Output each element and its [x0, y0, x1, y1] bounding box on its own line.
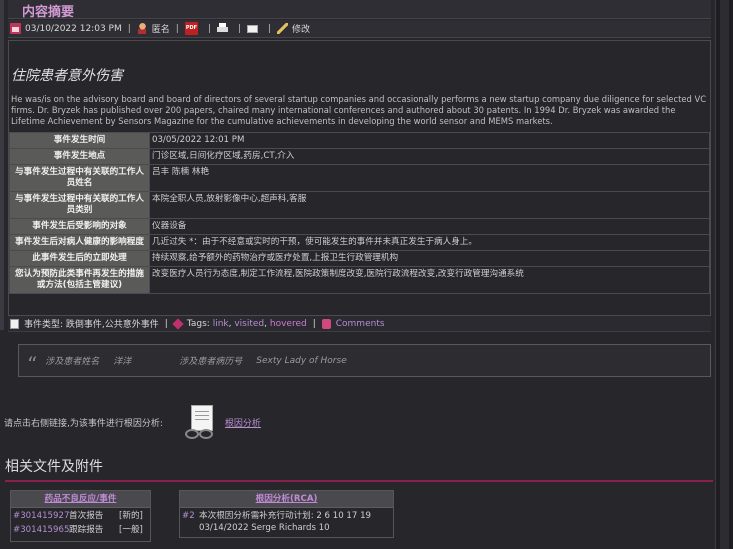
tag-link[interactable]: link [213, 319, 229, 329]
separator: | [207, 23, 211, 34]
report-description: He was/is on the advisory board and boar… [11, 94, 707, 126]
patient-record-label: 涉及患者病历号 [179, 357, 243, 367]
patient-name-label: 涉及患者姓名 [45, 357, 100, 367]
adr-panel: 药品不良反应/事件 #301415927 首次报告 [新的] #30141596… [10, 490, 151, 542]
event-type-label: 事件类型: [24, 320, 64, 330]
document-icon [10, 318, 19, 329]
patient-info-quote: “ 涉及患者姓名 洋洋 涉及患者病历号 Sexty Lady of Horse [18, 344, 711, 377]
edit-icon[interactable] [276, 23, 288, 34]
patient-record-value: Sexty Lady of Horse [256, 355, 347, 366]
report-detail-table: 事件发生时间 03/05/2022 12:01 PM 事件发生地点 门诊区域,日… [9, 132, 710, 294]
rca-item-id[interactable]: #2 [182, 510, 199, 522]
adr-panel-title[interactable]: 药品不良反应/事件 [11, 491, 150, 508]
table-row: 事件发生后受影响的对象 仪器设备 [9, 218, 710, 235]
user-icon [136, 23, 148, 34]
comment-icon [321, 318, 331, 329]
scrollbar[interactable] [715, 0, 733, 549]
page-title: 内容摘要 [22, 5, 75, 20]
patient-name-value: 洋洋 [113, 357, 132, 367]
tag-hovered[interactable]: hovered [270, 319, 307, 329]
rca-prompt-text: 请点击右侧链接,为该事件进行根因分析: [4, 419, 163, 429]
rca-panel-title[interactable]: 根因分析(RCA) [180, 491, 393, 508]
report-title: 住院患者意外伤害 [11, 68, 123, 84]
field-value: 门诊区域,日间化疗区域,药房,CT,介入 [149, 148, 710, 165]
field-value: 改变医疗人员行为态度,制定工作流程,医院政策制度改变,医院行政流程改变,改变行政… [149, 266, 710, 294]
field-label: 您认为预防此类事件再发生的措施或方法(包括主管建议) [9, 266, 150, 294]
mail-icon[interactable] [246, 24, 258, 33]
rca-item-line1: 本次根因分析需补充行动计划: 2 6 10 17 19 [199, 511, 372, 521]
field-label: 与事件发生过程中有关联的工作人员类别 [9, 191, 150, 219]
field-label: 事件发生后对病人健康的影响程度 [9, 234, 150, 251]
field-label: 与事件发生过程中有关联的工作人员姓名 [9, 164, 150, 192]
print-icon[interactable] [216, 23, 228, 34]
table-row: 与事件发生过程中有关联的工作人员类别 本院全职人员,放射影像中心,超声科,客服 [9, 191, 710, 219]
table-row: 与事件发生过程中有关联的工作人员姓名 吕丰 陈楠 林艳 [9, 164, 710, 192]
table-row: 事件发生时间 03/05/2022 12:01 PM [9, 132, 710, 149]
adr-report-name: 跟踪报告 [69, 525, 104, 535]
field-label: 此事件发生后的立即处理 [9, 250, 150, 267]
anonymous-label: 匿名 [151, 25, 170, 35]
section-divider [5, 480, 713, 482]
tags-label: Tags: [186, 318, 210, 329]
separator: | [164, 318, 168, 329]
report-footer: 事件类型: 跌倒事件,公共意外事件 | Tags: link, visited,… [8, 316, 711, 332]
field-label: 事件发生地点 [9, 148, 150, 165]
separator: | [312, 318, 316, 329]
field-value: 持续观察,给予额外的药物治疗或医疗处置,上报卫生行政管理机构 [149, 250, 710, 267]
separator: | [127, 23, 131, 34]
rca-panel: 根因分析(RCA) #2 本次根因分析需补充行动计划: 2 6 10 17 19… [179, 490, 394, 538]
scrollbar-thumb[interactable] [720, 0, 729, 549]
calendar-icon [10, 23, 21, 34]
field-value: 吕丰 陈楠 林艳 [149, 164, 710, 192]
rca-prompt: 请点击右侧链接,为该事件进行根因分析: 根因分析 [4, 405, 261, 440]
separator: | [237, 23, 241, 34]
adr-report-status: [新的] [119, 511, 143, 521]
field-value: 03/05/2022 12:01 PM [149, 132, 710, 149]
report-datetime: 03/10/2022 12:03 PM [25, 23, 122, 34]
field-value: 仪器设备 [149, 218, 710, 235]
separator: | [175, 23, 179, 34]
separator: | [267, 23, 271, 34]
quote-icon: “ [27, 351, 38, 376]
rca-item-line2: 03/14/2022 Serge Richards 10 [199, 523, 330, 533]
field-value: 本院全职人员,放射影像中心,超声科,客服 [149, 191, 710, 219]
adr-report-id[interactable]: #301415927 [13, 510, 69, 522]
table-row: 此事件发生后的立即处理 持续观察,给予额外的药物治疗或医疗处置,上报卫生行政管理… [9, 250, 710, 267]
edit-link[interactable]: 修改 [292, 22, 310, 35]
list-item: #2 本次根因分析需补充行动计划: 2 6 10 17 19 [180, 508, 393, 522]
list-item: #301415927 首次报告 [新的] [11, 508, 150, 522]
comments-link[interactable]: Comments [336, 319, 385, 329]
field-label: 事件发生后受影响的对象 [9, 218, 150, 235]
event-type-value: 跌倒事件,公共意外事件 [65, 320, 159, 330]
table-row: 事件发生地点 门诊区域,日间化疗区域,药房,CT,介入 [9, 148, 710, 165]
pdf-icon[interactable] [184, 22, 198, 35]
table-row: 事件发生后对病人健康的影响程度 几近过失 *：由于不经意或实时的干预，使可能发生… [9, 234, 710, 251]
rca-link[interactable]: 根因分析 [225, 416, 261, 429]
adr-report-name: 首次报告 [69, 511, 104, 521]
title-bar: 内容摘要 [8, 0, 711, 20]
tag-icon [172, 317, 184, 330]
field-value: 几近过失 *：由于不经意或实时的干预，使可能发生的事件并未真正发生于病人身上。 [149, 234, 710, 251]
tag-visited[interactable]: visited [234, 319, 264, 329]
adr-report-status: [一般] [119, 525, 143, 535]
list-item: #301415965 跟踪报告 [一般] [11, 522, 150, 536]
table-row: 您认为预防此类事件再发生的措施或方法(包括主管建议) 改变医疗人员行为态度,制定… [9, 266, 710, 294]
adr-report-id[interactable]: #301415965 [13, 524, 69, 536]
field-label: 事件发生时间 [9, 132, 150, 149]
left-border [0, 0, 4, 330]
list-item: 03/14/2022 Serge Richards 10 [180, 522, 393, 534]
related-section-title: 相关文件及附件 [5, 459, 103, 475]
meta-bar: 03/10/2022 12:03 PM | 匿名 | | | | 修改 [8, 20, 711, 38]
page: 内容摘要 03/10/2022 12:03 PM | 匿名 | | | | 修改… [0, 0, 733, 549]
rca-analysis-icon[interactable] [184, 405, 221, 440]
report-content: 住院患者意外伤害 He was/is on the advisory board… [8, 40, 711, 316]
